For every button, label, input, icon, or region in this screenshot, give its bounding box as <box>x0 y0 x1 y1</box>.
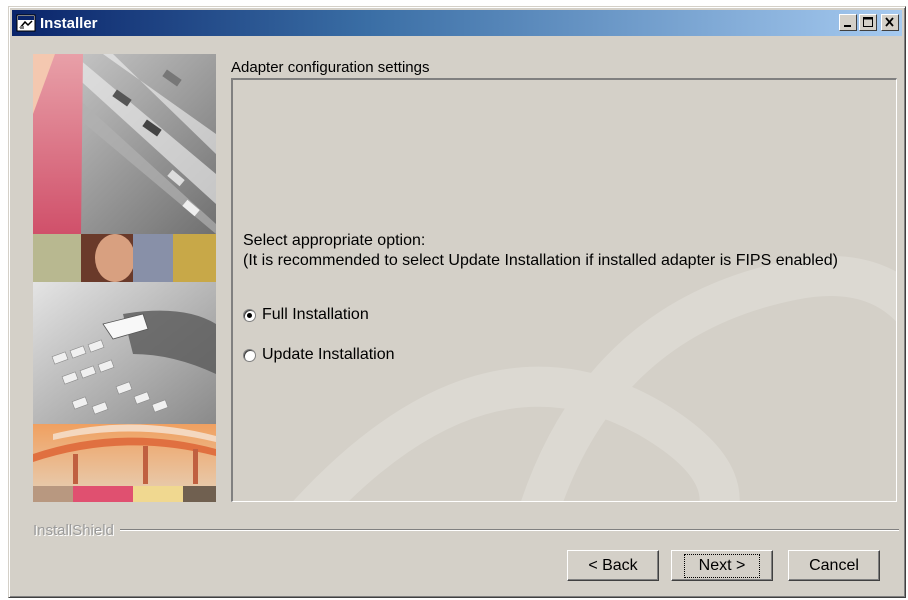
recommendation-note: (It is recommended to select Update Inst… <box>243 252 838 269</box>
full-installation-label: Full Installation <box>262 306 369 323</box>
maximize-icon <box>863 17 873 27</box>
minimize-icon <box>844 25 851 27</box>
cancel-button[interactable]: Cancel <box>788 550 880 581</box>
maximize-button[interactable] <box>859 14 877 31</box>
installer-icon <box>16 14 36 32</box>
title-bar[interactable]: Installer <box>12 10 902 36</box>
brand-label: InstallShield <box>33 521 114 539</box>
close-icon <box>885 17 894 27</box>
minimize-button[interactable] <box>839 14 857 31</box>
update-installation-option[interactable]: Update Installation <box>243 346 395 364</box>
options-panel: Select appropriate option: (It is recomm… <box>231 78 897 502</box>
panel-heading: Adapter configuration settings <box>231 59 430 76</box>
full-installation-option[interactable]: Full Installation <box>243 306 369 324</box>
back-button[interactable]: < Back <box>567 550 659 581</box>
next-button[interactable]: Next > <box>671 550 773 581</box>
back-button-label: < Back <box>588 556 638 574</box>
option-prompt: Select appropriate option: <box>243 232 426 249</box>
sidebar-banner-image <box>33 54 216 502</box>
watermark-graphic <box>293 256 896 501</box>
update-installation-label: Update Installation <box>262 346 395 363</box>
next-button-label: Next > <box>683 553 761 578</box>
installshield-branding: InstallShield <box>33 521 899 539</box>
window-title: Installer <box>40 14 98 32</box>
close-button[interactable] <box>881 14 899 31</box>
update-installation-radio[interactable] <box>243 348 256 362</box>
full-installation-radio[interactable] <box>243 308 256 322</box>
brand-divider <box>119 529 899 531</box>
cancel-button-label: Cancel <box>809 556 859 574</box>
installer-window: Installer Adapter configuration settings… <box>8 6 906 598</box>
